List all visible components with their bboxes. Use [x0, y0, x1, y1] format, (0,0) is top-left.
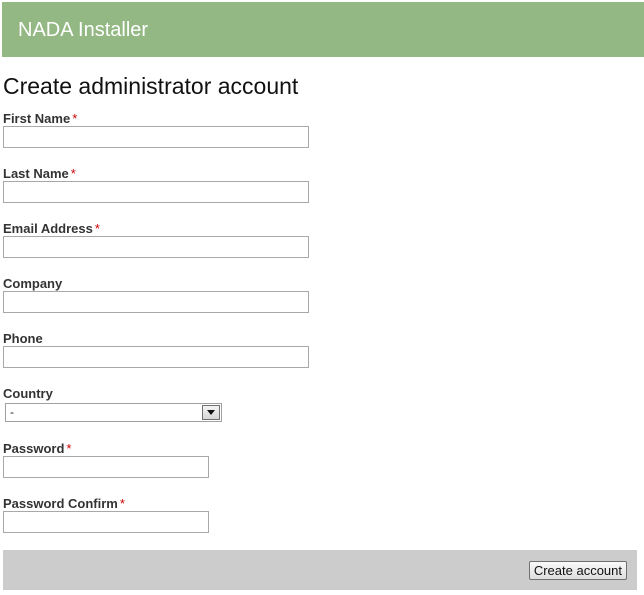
- password-label-text: Password: [3, 441, 65, 456]
- first-name-label: First Name *: [3, 111, 77, 127]
- company-input[interactable]: [3, 291, 309, 313]
- page-title: Create administrator account: [3, 73, 299, 99]
- create-account-button[interactable]: Create account: [528, 561, 627, 580]
- country-label-text: Country: [3, 386, 53, 401]
- phone-input[interactable]: [3, 346, 309, 368]
- form-footer: Create account: [3, 550, 637, 590]
- first-name-label-text: First Name: [3, 111, 71, 126]
- country-selected-value: -: [10, 405, 14, 419]
- phone-label: Phone: [3, 331, 43, 347]
- required-marker: *: [70, 166, 76, 181]
- email-label-text: Email Address: [3, 221, 93, 236]
- required-marker: *: [66, 441, 72, 456]
- company-label-text: Company: [3, 276, 63, 291]
- required-marker: *: [94, 221, 100, 236]
- email-input[interactable]: [3, 236, 309, 258]
- phone-label-text: Phone: [3, 331, 43, 346]
- company-label: Company: [3, 276, 62, 292]
- password-confirm-label: Password Confirm *: [3, 496, 125, 512]
- app-title: NADA Installer: [18, 19, 149, 41]
- country-select[interactable]: -: [5, 403, 222, 422]
- installer-header: NADA Installer: [2, 2, 644, 57]
- chevron-down-icon[interactable]: [202, 405, 220, 420]
- required-marker: *: [72, 111, 78, 126]
- password-confirm-label-text: Password Confirm: [3, 496, 118, 511]
- password-confirm-input[interactable]: [3, 511, 209, 533]
- last-name-label: Last Name *: [3, 166, 76, 182]
- password-input[interactable]: [3, 456, 209, 478]
- password-label: Password *: [3, 441, 71, 457]
- country-label: Country: [3, 386, 53, 402]
- last-name-label-text: Last Name: [3, 166, 69, 181]
- last-name-input[interactable]: [3, 181, 309, 203]
- first-name-input[interactable]: [3, 126, 309, 148]
- email-label: Email Address *: [3, 221, 100, 237]
- required-marker: *: [119, 496, 125, 511]
